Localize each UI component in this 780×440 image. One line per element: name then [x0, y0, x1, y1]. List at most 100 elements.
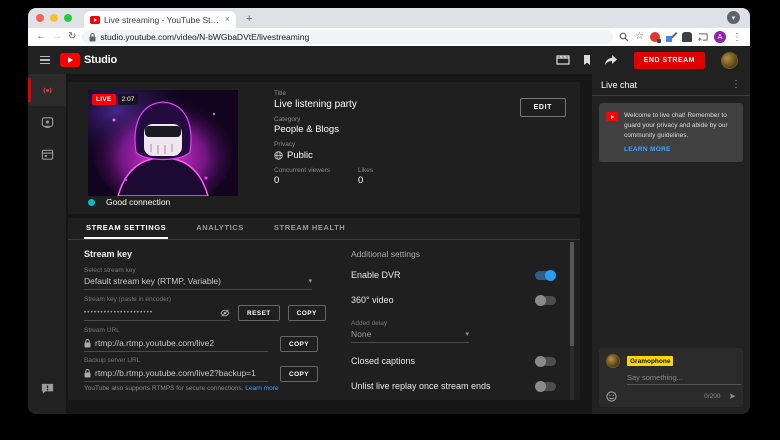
close-tab-icon[interactable]: ×: [225, 15, 230, 24]
video-360-toggle[interactable]: [535, 296, 556, 305]
reset-key-button[interactable]: RESET: [238, 305, 280, 321]
browser-toolbar: ← → ↻ studio.youtube.com/video/N-bWGbaDV…: [28, 28, 750, 46]
closed-captions-toggle[interactable]: [535, 357, 556, 366]
globe-icon: [274, 151, 283, 160]
copy-key-button[interactable]: COPY: [288, 305, 326, 321]
live-badge: LIVE: [92, 94, 116, 105]
dark-extension-icon[interactable]: [682, 32, 692, 42]
url-text: studio.youtube.com/video/N-bWGbaDVtE/liv…: [100, 32, 309, 42]
copy-backup-url-button[interactable]: COPY: [280, 366, 318, 382]
stream-url-value: rtmp://a.rtmp.youtube.com/live2: [95, 338, 214, 348]
chat-title: Live chat: [601, 80, 637, 90]
scrollbar-thumb[interactable]: [570, 242, 574, 346]
browser-menu-icon[interactable]: ⋮: [732, 32, 742, 43]
char-counter: 0/200: [704, 393, 720, 400]
adblock-extension-icon[interactable]: [650, 32, 660, 42]
reload-icon[interactable]: ↻: [68, 32, 76, 42]
sidebar-item-stream[interactable]: [28, 74, 66, 106]
likes-value: 0: [358, 175, 373, 186]
stream-key-section: Stream key Select stream key Default str…: [84, 249, 335, 400]
chat-message-input[interactable]: [627, 372, 741, 385]
enable-dvr-toggle[interactable]: [535, 271, 556, 280]
title-label: Title: [274, 90, 373, 97]
tab-stream-settings[interactable]: STREAM SETTINGS: [84, 218, 168, 239]
share-arrow-icon[interactable]: [604, 54, 618, 66]
stream-url-label: Stream URL: [84, 327, 335, 334]
desktop-background: Live streaming - YouTube Studio × + ▾ ← …: [0, 0, 780, 440]
backup-url-label: Backup server URL: [84, 357, 335, 364]
visibility-off-icon[interactable]: [220, 309, 230, 317]
stream-settings-card: STREAM SETTINGS ANALYTICS STREAM HEALTH …: [68, 218, 580, 400]
backup-url-field: rtmp://b.rtmp.youtube.com/live2?backup=1: [84, 368, 268, 382]
cast-icon[interactable]: [698, 32, 708, 42]
stream-key-select-value: Default stream key (RTMP, Variable): [84, 276, 221, 286]
added-delay-select[interactable]: None ▾: [351, 329, 469, 343]
chat-user-avatar: [606, 354, 620, 368]
youtube-favicon-icon: [90, 16, 100, 24]
search-icon[interactable]: [619, 32, 629, 42]
browser-tabstrip: Live streaming - YouTube Studio × + ▾: [28, 8, 750, 28]
stream-key-field[interactable]: •••••••••••••••••••••: [84, 309, 230, 321]
studio-body: LIVE 2:07 Title Live listening party Cat…: [28, 74, 750, 414]
tab-stream-health[interactable]: STREAM HEALTH: [272, 218, 347, 239]
unlist-replay-label: Unlist live replay once stream ends: [351, 381, 491, 391]
category-value: People & Blogs: [274, 124, 373, 135]
connection-dot-icon: [88, 199, 95, 206]
copy-stream-url-button[interactable]: COPY: [280, 336, 318, 352]
sidebar-item-webcam[interactable]: [28, 106, 66, 138]
stream-preview[interactable]: LIVE 2:07: [88, 90, 238, 196]
youtube-play-icon: [60, 53, 80, 67]
unlist-replay-toggle[interactable]: [535, 382, 556, 391]
forward-icon[interactable]: →: [52, 32, 62, 42]
backup-url-value: rtmp://b.rtmp.youtube.com/live2?backup=1: [95, 368, 256, 378]
tab-search-button[interactable]: ▾: [727, 11, 740, 24]
create-video-icon[interactable]: [556, 54, 570, 66]
video-360-label: 360° video: [351, 295, 394, 305]
new-tab-button[interactable]: +: [246, 11, 252, 28]
stream-key-masked-value: •••••••••••••••••••••: [84, 310, 153, 316]
hamburger-menu-icon[interactable]: [40, 56, 50, 65]
stream-metadata: Title Live listening party Category Peop…: [274, 88, 373, 208]
studio-header: Studio END STREAM: [28, 46, 750, 74]
studio-logo[interactable]: Studio: [60, 53, 117, 67]
rtmps-learn-more-link[interactable]: Learn more: [245, 385, 278, 392]
edit-button[interactable]: EDIT: [520, 98, 566, 117]
lock-icon: [84, 369, 91, 378]
back-icon[interactable]: ←: [36, 32, 46, 42]
live-badges: LIVE 2:07: [92, 94, 138, 105]
emoji-icon[interactable]: [606, 391, 617, 402]
browser-window: Live streaming - YouTube Studio × + ▾ ← …: [28, 8, 750, 414]
channel-avatar[interactable]: [721, 52, 738, 69]
sidebar-item-manage[interactable]: [28, 138, 66, 170]
fullscreen-window-button[interactable]: [64, 14, 72, 22]
likes-label: Likes: [358, 167, 373, 174]
chat-learn-more-link[interactable]: LEARN MORE: [624, 146, 735, 153]
minimize-window-button[interactable]: [50, 14, 58, 22]
youtube-icon: [606, 112, 618, 121]
settings-scrollbar[interactable]: [570, 242, 574, 400]
privacy-value: Public: [287, 150, 313, 161]
stream-key-title: Stream key: [84, 249, 335, 259]
address-bar[interactable]: studio.youtube.com/video/N-bWGbaDVtE/liv…: [82, 30, 613, 44]
browser-tab[interactable]: Live streaming - YouTube Studio ×: [84, 11, 236, 28]
close-window-button[interactable]: [36, 14, 44, 22]
live-broadcast-icon: [40, 84, 55, 97]
send-icon[interactable]: ➤: [728, 392, 736, 401]
main-content: LIVE 2:07 Title Live listening party Cat…: [66, 74, 592, 414]
browser-profile-avatar[interactable]: A: [714, 31, 726, 43]
sidebar-item-feedback[interactable]: [28, 372, 66, 404]
stream-stats: Concurrent viewers 0 Likes 0: [274, 167, 373, 187]
tab-analytics[interactable]: ANALYTICS: [194, 218, 246, 239]
window-controls: [36, 8, 72, 28]
end-stream-button[interactable]: END STREAM: [634, 52, 705, 69]
added-delay-value: None: [351, 329, 371, 339]
keep-extension-icon[interactable]: [666, 32, 676, 42]
bookmark-icon[interactable]: [580, 54, 594, 66]
privacy-label: Privacy: [274, 141, 373, 148]
tab-title: Live streaming - YouTube Studio: [104, 15, 221, 25]
chat-menu-icon[interactable]: ⋮: [731, 79, 741, 90]
stream-key-select[interactable]: Default stream key (RTMP, Variable) ▾: [84, 276, 312, 290]
bookmark-star-icon[interactable]: ☆: [635, 32, 644, 42]
chat-header: Live chat ⋮: [592, 74, 750, 96]
stream-thumbnail-art: [88, 90, 238, 196]
